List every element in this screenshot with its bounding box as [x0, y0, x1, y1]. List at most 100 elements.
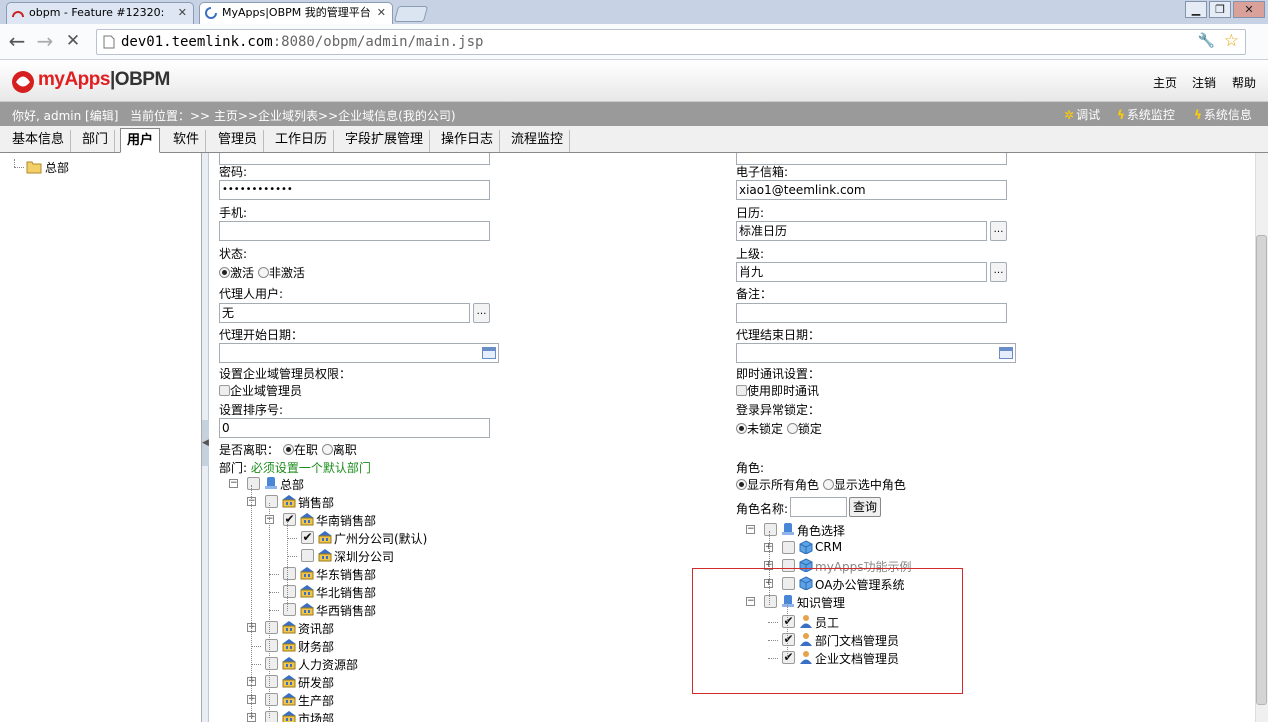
close-tab-icon[interactable]: ✕ — [377, 3, 386, 23]
resigned-in-radio[interactable] — [282, 444, 294, 455]
tree-checkbox[interactable] — [764, 523, 777, 536]
tab-user[interactable]: 用户 — [120, 128, 161, 153]
tree-checkbox[interactable] — [283, 585, 296, 598]
tree-node-label[interactable]: 华南销售部 — [316, 512, 376, 529]
greeting[interactable]: 你好, admin [编辑] — [12, 107, 118, 124]
wrench-icon[interactable]: 🔧 — [1198, 33, 1215, 49]
tree-checkbox[interactable] — [265, 621, 278, 634]
status-active-radio[interactable] — [219, 267, 230, 278]
tree-checkbox[interactable] — [247, 477, 260, 490]
help-link[interactable]: 帮助 — [1232, 74, 1256, 91]
star-icon[interactable]: ☆ — [1224, 31, 1239, 51]
back-arrow-icon[interactable]: ← — [6, 31, 28, 53]
system-monitor-button[interactable]: ϟ 系统监控 — [1117, 106, 1175, 123]
debug-button[interactable]: ✲ 调试 — [1064, 106, 1100, 123]
admin-perm-checkbox[interactable] — [219, 385, 230, 396]
tab-flow-monitor[interactable]: 流程监控 — [505, 130, 571, 152]
mobile-input[interactable] — [219, 221, 490, 241]
tree-node-label[interactable]: 资讯部 — [298, 620, 334, 637]
new-tab-button[interactable] — [393, 6, 429, 22]
tree-checkbox[interactable]: ✔ — [301, 531, 314, 544]
tree-expander-icon[interactable]: − — [746, 525, 755, 534]
password-label: 密码: — [219, 165, 248, 179]
proxy-user-label: 代理人用户: — [219, 287, 284, 301]
tab-department[interactable]: 部门 — [76, 130, 116, 152]
tab-admin[interactable]: 管理员 — [212, 130, 265, 152]
proxy-end-input[interactable] — [736, 343, 1016, 363]
sort-input[interactable]: 0 — [219, 418, 490, 438]
close-tab-icon[interactable]: ✕ — [178, 3, 187, 23]
tree-node-label[interactable]: 深圳分公司 — [334, 548, 394, 565]
tab-field-extension[interactable]: 字段扩展管理 — [339, 130, 431, 152]
tab-operation-log[interactable]: 操作日志 — [435, 130, 501, 152]
tree-checkbox[interactable]: ✔ — [283, 513, 296, 526]
tab-work-calendar[interactable]: 工作日历 — [269, 130, 335, 152]
address-bar[interactable]: dev01.teemlink.com:8080/obpm/admin/main.… — [96, 29, 1246, 55]
tree-node-label[interactable]: 华东销售部 — [316, 566, 376, 583]
superior-picker-button[interactable]: … — [990, 262, 1007, 282]
tree-checkbox[interactable] — [283, 567, 296, 580]
tree-checkbox[interactable] — [265, 639, 278, 652]
restore-button[interactable]: ❐ — [1209, 1, 1231, 18]
tree-checkbox[interactable] — [265, 657, 278, 670]
collapse-arrow-icon[interactable]: ◀ — [202, 420, 209, 466]
calendar-icon[interactable] — [482, 347, 496, 359]
forward-arrow-icon[interactable]: → — [34, 31, 56, 53]
home-link[interactable]: 主页 — [1153, 74, 1177, 91]
headquarters-icon — [782, 523, 794, 535]
remark-input[interactable] — [736, 303, 1007, 323]
tree-node-label[interactable]: 财务部 — [298, 638, 334, 655]
proxy-start-input[interactable] — [219, 343, 499, 363]
status-inactive-radio[interactable] — [257, 267, 269, 278]
password-input[interactable]: •••••••••••• — [219, 180, 490, 200]
tree-node-label[interactable]: 销售部 — [298, 494, 334, 511]
scrollbar-thumb[interactable] — [1256, 235, 1267, 705]
lock-yes-radio[interactable] — [786, 423, 798, 434]
query-button[interactable]: 查询 — [849, 497, 882, 517]
role-show-selected-radio[interactable] — [822, 479, 834, 490]
im-checkbox[interactable] — [736, 385, 747, 396]
resigned-out-radio[interactable] — [321, 444, 333, 455]
browser-tab-active[interactable]: MyApps|OBPM 我的管理平台 ✕ — [199, 2, 393, 24]
tree-checkbox[interactable] — [782, 541, 795, 554]
tree-checkbox[interactable] — [265, 675, 278, 688]
lock-no-radio[interactable] — [736, 423, 747, 434]
minimize-button[interactable]: ▁ — [1185, 1, 1207, 18]
tree-node-label[interactable]: 角色选择 — [797, 522, 845, 539]
tree-root-label[interactable]: 总部 — [45, 159, 69, 176]
window-close-button[interactable]: ✕ — [1233, 1, 1265, 18]
tab-basic-info[interactable]: 基本信息 — [6, 130, 72, 152]
tree-node-label[interactable]: 研发部 — [298, 674, 334, 691]
tree-node-label[interactable]: 生产部 — [298, 692, 334, 709]
tree-checkbox[interactable] — [265, 495, 278, 508]
tree-node-label[interactable]: 广州分公司(默认) — [334, 530, 427, 547]
building-icon — [300, 513, 314, 526]
tree-node-label[interactable]: CRM — [815, 540, 842, 554]
tree-checkbox[interactable] — [301, 549, 314, 562]
email-input[interactable]: xiao1@teemlink.com — [736, 180, 1007, 200]
tree-expander-icon[interactable]: − — [229, 479, 238, 488]
superior-input[interactable]: 肖九 — [736, 262, 987, 282]
tree-node-label[interactable]: 总部 — [280, 476, 304, 493]
tree-node-label[interactable]: 华北销售部 — [316, 584, 376, 601]
tree-checkbox[interactable] — [265, 693, 278, 706]
role-name-input[interactable] — [790, 497, 847, 517]
tree-node-label[interactable]: 人力资源部 — [298, 656, 358, 673]
role-show-all-radio[interactable] — [736, 479, 747, 490]
tree-checkbox[interactable] — [283, 603, 296, 616]
calendar-picker-button[interactable]: … — [990, 221, 1007, 241]
partial-input-top-left[interactable] — [219, 153, 490, 165]
calendar-input[interactable]: 标准日历 — [736, 221, 987, 241]
tree-node-label[interactable]: 华西销售部 — [316, 602, 376, 619]
system-info-button[interactable]: ϟ 系统信息 — [1194, 106, 1252, 123]
browser-tab[interactable]: obpm - Feature #12320: ✕ — [6, 2, 194, 24]
dept-note: 必须设置一个默认部门 — [250, 461, 371, 475]
calendar-icon[interactable] — [999, 347, 1013, 359]
logout-link[interactable]: 注销 — [1192, 74, 1216, 91]
proxy-user-input[interactable]: 无 — [219, 303, 470, 323]
tree-node-label[interactable]: 市场部 — [298, 710, 334, 722]
stop-icon[interactable]: ✕ — [62, 31, 84, 53]
tab-software[interactable]: 软件 — [167, 130, 207, 152]
tree-checkbox[interactable] — [265, 711, 278, 722]
proxy-user-picker-button[interactable]: … — [473, 303, 490, 323]
